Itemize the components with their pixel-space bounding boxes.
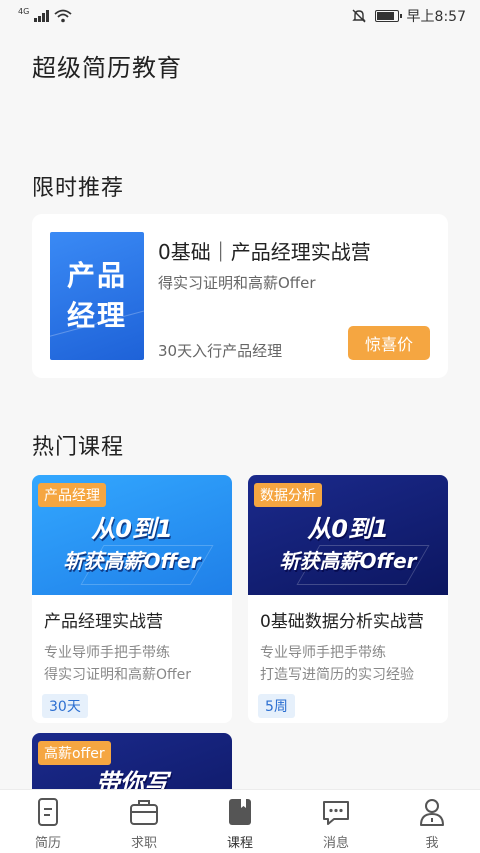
wifi-icon	[54, 9, 72, 23]
tab-messages[interactable]: 消息	[288, 790, 384, 853]
signal-icon	[34, 10, 49, 22]
course-desc-line: 打造写进简历的实习经验	[260, 667, 414, 683]
cover-line-2: 经理	[66, 299, 127, 332]
status-bar: 4G 早上8:57	[0, 0, 480, 32]
message-icon	[323, 801, 349, 825]
course-duration: 30天	[42, 694, 88, 718]
course-card[interactable]: 高薪offer 带你写	[32, 733, 232, 789]
course-title: 0基础数据分析实战营	[260, 612, 424, 632]
status-time: 早上8:57	[406, 9, 466, 25]
status-left: 4G	[18, 6, 72, 23]
banner-headline: 从0到1	[91, 515, 173, 543]
tab-label: 消息	[322, 836, 349, 851]
recommend-subtitle: 得实习证明和高薪Offer	[158, 274, 316, 292]
course-card[interactable]: 数据分析 从0到1 斩获高薪Offer 0基础数据分析实战营 专业导师手把手带练…	[248, 475, 448, 723]
course-duration: 5周	[258, 694, 295, 718]
hot-section-title: 热门课程	[32, 435, 125, 460]
surprise-price-button[interactable]: 惊喜价	[348, 326, 430, 360]
recommend-section-title: 限时推荐	[32, 176, 125, 201]
book-icon	[229, 799, 251, 825]
course-tag: 产品经理	[38, 483, 106, 507]
network-type: 4G	[18, 6, 30, 16]
banner-headline: 带你写	[96, 769, 168, 789]
tab-courses[interactable]: 课程	[192, 790, 288, 853]
course-desc-line: 得实习证明和高薪Offer	[44, 667, 192, 683]
tab-label: 我	[425, 836, 439, 851]
banner-headline: 从0到1	[307, 515, 389, 543]
banner-subheadline: 斩获高薪Offer	[63, 549, 201, 573]
tab-me[interactable]: 我	[384, 790, 480, 853]
course-card[interactable]: 产品经理 从0到1 斩获高薪Offer 产品经理实战营 专业导师手把手带练 得实…	[32, 475, 232, 723]
course-title: 产品经理实战营	[44, 612, 163, 632]
recommend-title: 0基础｜产品经理实战营	[158, 240, 371, 264]
course-tag: 高薪offer	[38, 741, 111, 765]
course-banner: 高薪offer 带你写	[32, 733, 232, 789]
course-desc-line: 专业导师手把手带练	[44, 645, 170, 661]
course-desc: 专业导师手把手带练 得实习证明和高薪Offer	[44, 642, 220, 686]
course-banner: 产品经理 从0到1 斩获高薪Offer	[32, 475, 232, 595]
banner-subheadline: 斩获高薪Offer	[279, 549, 417, 573]
bottom-tab-bar: 简历 求职 课程 消息 我	[0, 789, 480, 853]
tab-label: 课程	[226, 836, 253, 851]
course-banner: 数据分析 从0到1 斩获高薪Offer	[248, 475, 448, 595]
recommend-card[interactable]: 产品 经理 0基础｜产品经理实战营 得实习证明和高薪Offer 30天入行产品经…	[32, 214, 448, 378]
course-desc-line: 专业导师手把手带练	[260, 645, 386, 661]
recommend-cover: 产品 经理	[50, 232, 144, 360]
mute-bell-icon	[351, 9, 366, 23]
user-icon	[420, 799, 444, 826]
briefcase-icon	[130, 800, 158, 825]
tab-resume[interactable]: 简历	[0, 790, 96, 853]
resume-icon	[38, 798, 58, 826]
course-tag: 数据分析	[254, 483, 322, 507]
tab-jobs[interactable]: 求职	[96, 790, 192, 853]
tab-label: 简历	[34, 836, 61, 851]
tab-label: 求职	[130, 836, 157, 851]
course-desc: 专业导师手把手带练 打造写进简历的实习经验	[260, 642, 436, 686]
recommend-note: 30天入行产品经理	[158, 342, 283, 360]
cover-line-1: 产品	[66, 259, 127, 292]
app-title: 超级简历教育	[32, 54, 182, 82]
status-right: 早上8:57	[351, 6, 466, 26]
battery-icon	[374, 10, 402, 22]
